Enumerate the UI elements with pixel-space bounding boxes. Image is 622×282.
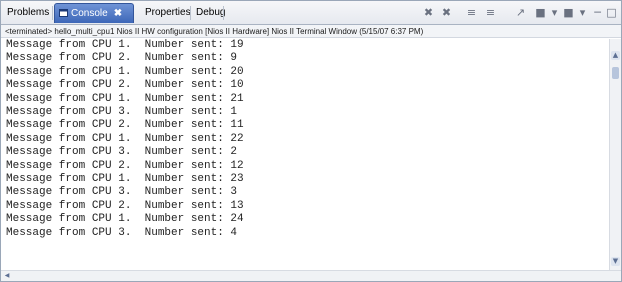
tab-divider bbox=[52, 6, 53, 20]
tab-properties-label: Properties bbox=[145, 7, 191, 18]
scroll-left-icon[interactable]: ◀ bbox=[3, 272, 11, 280]
pin-console-icon[interactable]: ↗ bbox=[513, 5, 528, 20]
display-console-icon[interactable]: ■ bbox=[533, 5, 548, 20]
console-line: Message from CPU 2. Number sent: 13 bbox=[6, 199, 244, 212]
console-line: Message from CPU 1. Number sent: 19 bbox=[6, 39, 244, 51]
tab-divider bbox=[190, 6, 191, 20]
launch-info: <terminated> hello_multi_cpu1 Nios II HW… bbox=[1, 25, 621, 38]
tab-console[interactable]: Console ✖ bbox=[54, 3, 134, 23]
console-line: Message from CPU 3. Number sent: 4 bbox=[6, 226, 238, 239]
minimize-icon[interactable]: ─ bbox=[590, 5, 605, 20]
close-icon[interactable]: ✖ bbox=[114, 8, 122, 19]
console-line: Message from CPU 2. Number sent: 12 bbox=[6, 159, 244, 172]
clear-console-icon[interactable]: ≡ bbox=[464, 5, 479, 20]
tab-debug-label: Debug bbox=[196, 7, 226, 18]
tab-divider bbox=[223, 6, 224, 20]
scroll-down-icon[interactable]: ▼ bbox=[611, 257, 620, 266]
tab-console-label: Console bbox=[71, 8, 108, 19]
console-line: Message from CPU 1. Number sent: 20 bbox=[6, 65, 244, 78]
console-output[interactable]: Message from CPU 1. Number sent: 19 Mess… bbox=[1, 39, 609, 271]
vertical-scrollbar[interactable]: ▲ ▼ bbox=[609, 39, 621, 271]
console-line: Message from CPU 1. Number sent: 21 bbox=[6, 92, 244, 105]
console-line: Message from CPU 3. Number sent: 3 bbox=[6, 186, 238, 199]
tab-problems-label: Problems bbox=[7, 7, 50, 18]
console-line: Message from CPU 3. Number sent: 1 bbox=[6, 106, 238, 118]
terminate-icon[interactable]: ✖ bbox=[421, 5, 436, 20]
console-line: Message from CPU 2. Number sent: 9 bbox=[6, 52, 238, 65]
scroll-lock-icon[interactable]: ≡ bbox=[483, 5, 498, 20]
maximize-icon[interactable]: □ bbox=[604, 5, 619, 20]
tab-bar: Problems Console ✖ Properties Debug ✖ ✖ ≡… bbox=[1, 1, 621, 25]
console-line: Message from CPU 1. Number sent: 24 bbox=[6, 213, 244, 226]
tab-problems[interactable]: Problems bbox=[3, 3, 53, 23]
tab-properties[interactable]: Properties bbox=[141, 3, 195, 23]
scroll-up-icon[interactable]: ▲ bbox=[611, 51, 620, 60]
console-line: Message from CPU 1. Number sent: 23 bbox=[6, 173, 244, 185]
console-line: Message from CPU 2. Number sent: 11 bbox=[6, 119, 244, 132]
open-console-icon[interactable]: ■ bbox=[561, 5, 576, 20]
scroll-thumb[interactable] bbox=[612, 67, 619, 79]
console-view: Problems Console ✖ Properties Debug ✖ ✖ ≡… bbox=[0, 0, 622, 282]
console-line: Message from CPU 3. Number sent: 2 bbox=[6, 146, 238, 159]
remove-launches-icon[interactable]: ✖ bbox=[439, 5, 454, 20]
chevron-down-icon[interactable]: ▾ bbox=[547, 5, 562, 20]
console-icon bbox=[59, 5, 68, 17]
console-line: Message from CPU 2. Number sent: 10 bbox=[6, 79, 244, 92]
console-line: Message from CPU 1. Number sent: 22 bbox=[6, 132, 244, 145]
chevron-down-icon[interactable]: ▾ bbox=[575, 5, 590, 20]
horizontal-scrollbar[interactable]: ◀ bbox=[1, 270, 621, 281]
